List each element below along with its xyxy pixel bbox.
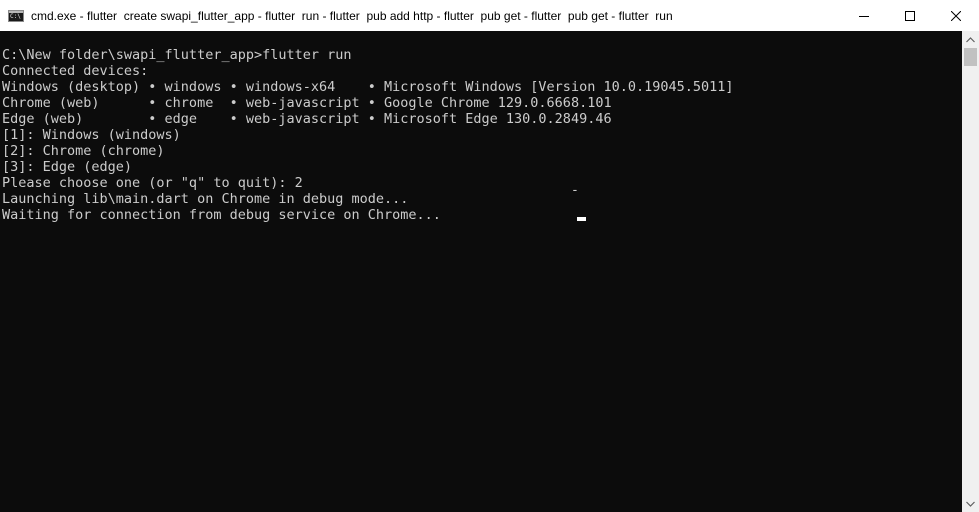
chevron-down-icon: [966, 501, 975, 507]
console-line: Waiting for connection from debug servic…: [2, 207, 441, 223]
title-bar[interactable]: cmd.exe - flutter create swapi_flutter_a…: [0, 0, 979, 31]
console-line: C:\New folder\swapi_flutter_app>flutter …: [2, 47, 352, 63]
maximize-icon: [905, 10, 915, 21]
scroll-thumb[interactable]: [964, 48, 977, 66]
minimize-icon: [859, 15, 869, 17]
chevron-up-icon: [966, 36, 975, 42]
console-line: [2]: Chrome (chrome): [2, 143, 165, 159]
console-line: Launching lib\main.dart on Chrome in deb…: [2, 191, 409, 207]
text-cursor: [577, 217, 586, 221]
console-line: Connected devices:: [2, 63, 149, 79]
close-icon: [951, 10, 961, 21]
close-button[interactable]: [933, 0, 979, 31]
minimize-button[interactable]: [841, 0, 887, 31]
console-line: Chrome (web) • chrome • web-javascript •…: [2, 95, 612, 111]
window-title: cmd.exe - flutter create swapi_flutter_a…: [31, 8, 673, 23]
cmd-console-icon[interactable]: [8, 9, 24, 22]
console-line: Windows (desktop) • windows • windows-x6…: [2, 79, 734, 95]
progress-spinner: -: [571, 183, 579, 198]
console-line: [1]: Windows (windows): [2, 127, 181, 143]
console-line: [3]: Edge (edge): [2, 159, 133, 175]
scroll-down-button[interactable]: [962, 495, 979, 512]
console-line: Please choose one (or "q" to quit): 2: [2, 175, 303, 191]
console-line: Edge (web) • edge • web-javascript • Mic…: [2, 111, 612, 127]
console-window: cmd.exe - flutter create swapi_flutter_a…: [0, 0, 979, 512]
vertical-scrollbar[interactable]: [962, 31, 979, 512]
maximize-button[interactable]: [887, 0, 933, 31]
scroll-up-button[interactable]: [962, 31, 979, 48]
window-controls: [841, 0, 979, 31]
console-output[interactable]: C:\New folder\swapi_flutter_app>flutter …: [0, 31, 962, 512]
